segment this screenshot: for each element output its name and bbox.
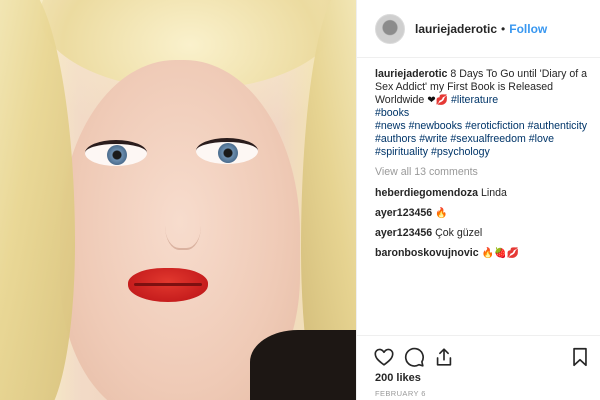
caption-author[interactable]: lauriejaderotic xyxy=(375,68,447,80)
author-avatar[interactable] xyxy=(375,13,405,44)
comment-text: Çok güzel xyxy=(435,227,483,239)
follow-button[interactable]: Follow xyxy=(509,22,547,36)
likes-count[interactable]: 200 likes xyxy=(375,372,421,384)
author-username[interactable]: lauriejaderotic xyxy=(415,22,497,36)
hashtag-link[interactable]: #news xyxy=(375,120,406,132)
red-lips xyxy=(128,268,208,302)
comment-item: ayer123456 Çok güzel xyxy=(375,227,593,240)
dark-clothing xyxy=(250,330,356,400)
share-arrow-icon[interactable] xyxy=(433,346,455,368)
bookmark-icon[interactable] xyxy=(569,346,591,368)
hashtag-link[interactable]: #write xyxy=(419,133,447,145)
post-side-panel: lauriejaderotic • Follow lauriejaderotic… xyxy=(356,0,600,400)
comment-username[interactable]: ayer123456 xyxy=(375,227,432,239)
hashtag-link[interactable]: #authenticity xyxy=(528,120,587,132)
comment-username[interactable]: baronboskovujnovic xyxy=(375,247,479,259)
heart-outline-icon[interactable] xyxy=(373,346,395,368)
kiss-mark-emoji-icon: 💋 xyxy=(435,95,449,106)
hashtag-link[interactable]: #eroticfiction xyxy=(465,120,524,132)
left-eye xyxy=(85,140,147,166)
speech-bubble-icon[interactable] xyxy=(403,346,425,368)
right-eye xyxy=(196,138,258,164)
comment-item: heberdiegomendoza Linda xyxy=(375,187,593,200)
hashtag-link[interactable]: #newbooks xyxy=(409,120,463,132)
hashtag-link[interactable]: #spirituality xyxy=(375,146,428,158)
nose xyxy=(165,190,201,250)
hashtag-link[interactable]: #books xyxy=(375,107,409,119)
view-all-comments-link[interactable]: View all 13 comments xyxy=(375,166,593,179)
hair-left xyxy=(0,0,75,400)
comment-item: ayer123456 🔥 xyxy=(375,207,593,220)
hashtag-link[interactable]: #love xyxy=(529,133,554,145)
comment-username[interactable]: ayer123456 xyxy=(375,207,432,219)
hashtag-link[interactable]: #psychology xyxy=(431,146,490,158)
separator-dot: • xyxy=(501,21,506,36)
hashtag-link[interactable]: #sexualfreedom xyxy=(450,133,525,145)
comment-username[interactable]: heberdiegomendoza xyxy=(375,187,478,199)
hashtag-link[interactable]: #literature xyxy=(451,94,498,106)
comment-text: Linda xyxy=(480,187,507,199)
post-photo[interactable] xyxy=(0,0,356,400)
fire-emoji-icon: 🔥 xyxy=(435,208,448,219)
post-caption: lauriejaderotic 8 Days To Go until 'Diar… xyxy=(375,68,593,159)
fire-strawberry-kiss-emoji-icon: 🔥🍓💋 xyxy=(481,248,519,259)
comments-section: lauriejaderotic 8 Days To Go until 'Diar… xyxy=(375,68,593,267)
heart-emoji-icon: ❤ xyxy=(427,95,436,106)
comment-item: baronboskovujnovic 🔥🍓💋 xyxy=(375,247,593,260)
post-header: lauriejaderotic • Follow xyxy=(357,0,600,58)
hashtag-link[interactable]: #authors xyxy=(375,133,416,145)
post-date[interactable]: FEBRUARY 6 xyxy=(375,389,426,398)
action-bar xyxy=(357,335,600,375)
